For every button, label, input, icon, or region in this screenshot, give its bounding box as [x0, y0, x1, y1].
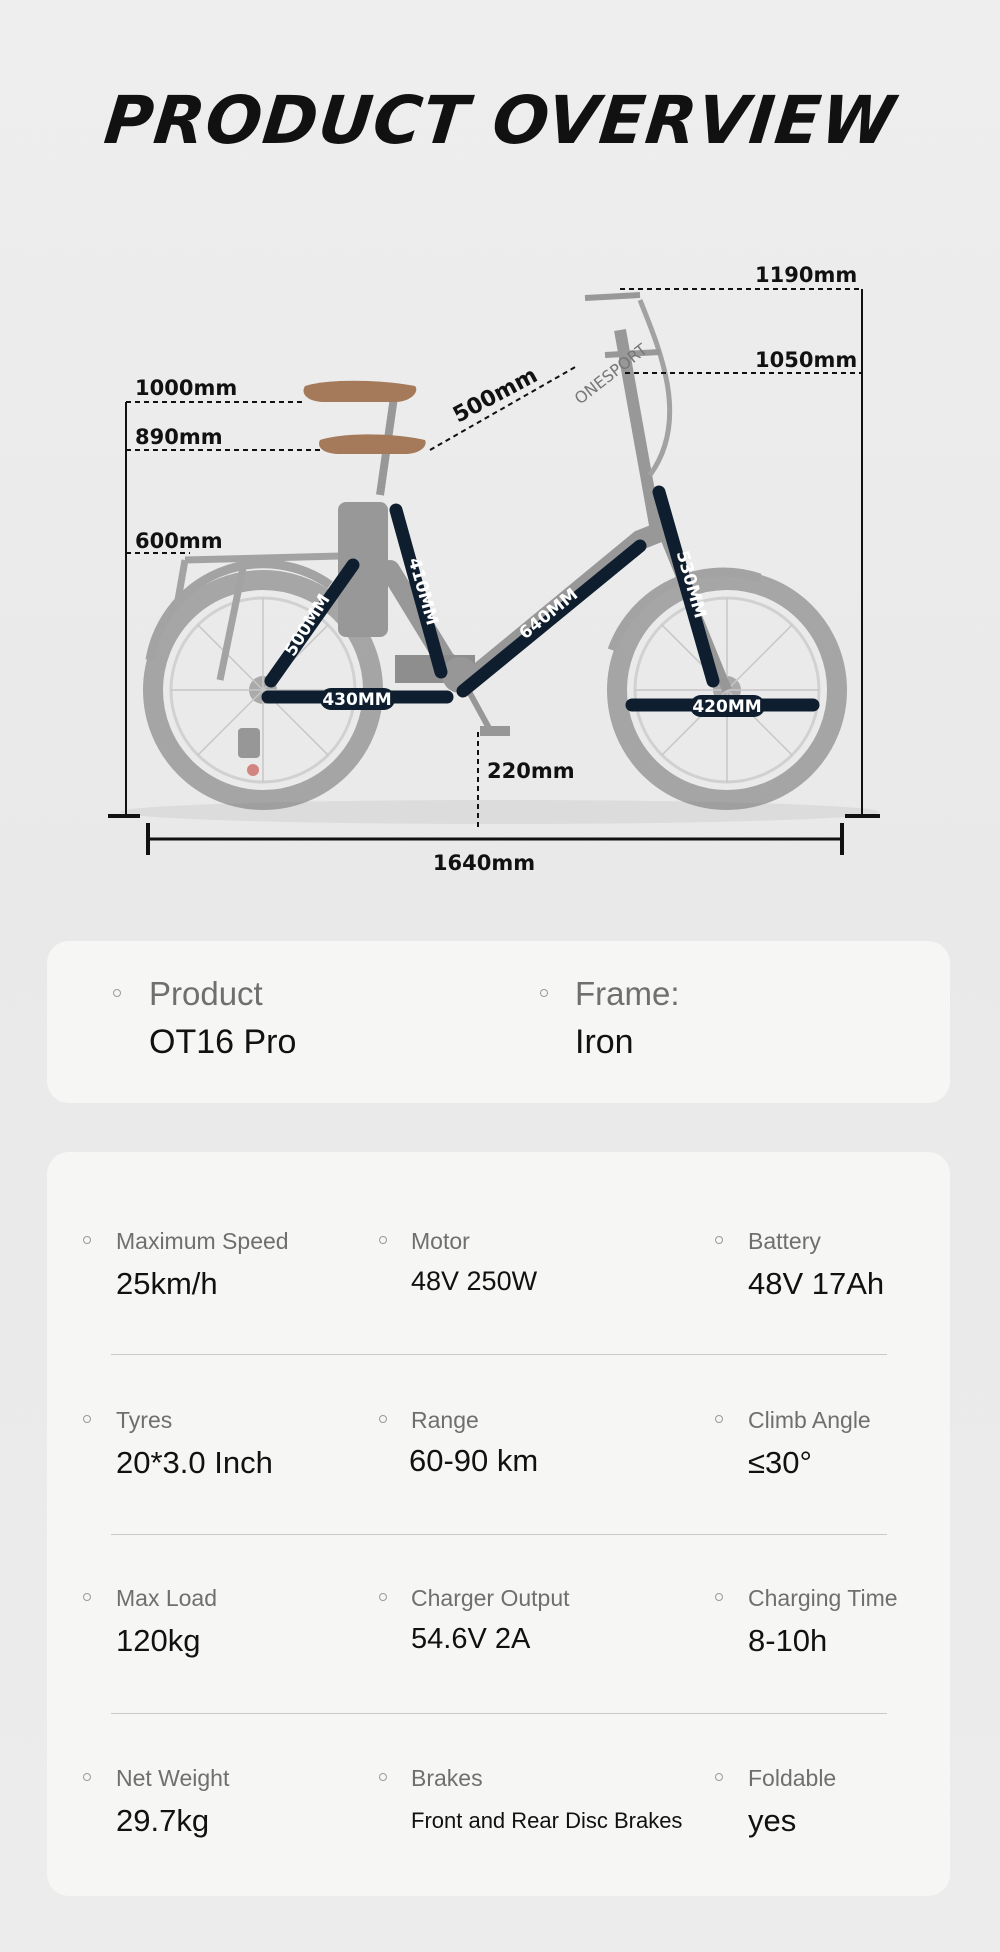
bullet-icon — [83, 1236, 91, 1244]
spec-value: 54.6V 2A — [411, 1623, 531, 1655]
spec-value: 120kg — [116, 1623, 201, 1658]
spec-label: Brakes — [411, 1765, 483, 1791]
page-title: PRODUCT OVERVIEW — [100, 82, 900, 159]
bullet-icon — [83, 1773, 91, 1781]
row-divider — [111, 1534, 887, 1535]
spec-label: Charger Output — [411, 1585, 570, 1611]
saddle-low — [319, 434, 426, 454]
spec-label: Net Weight — [116, 1765, 230, 1791]
bullet-icon — [379, 1773, 387, 1781]
bullet-icon — [379, 1415, 387, 1423]
bullet-icon — [83, 1415, 91, 1423]
bike-dimension-diagram: ONESPORT 430MM 420MM 500MM 410MM 640MM 5… — [108, 263, 880, 875]
bike-illustration — [143, 292, 847, 810]
specs-card: Maximum Speed 25km/h Motor 48V 250W Batt… — [47, 1152, 950, 1896]
saddle-high — [303, 380, 417, 402]
spec-label: Charging Time — [748, 1585, 898, 1611]
spec-value: 48V 250W — [411, 1266, 538, 1296]
product-label: Product — [149, 975, 263, 1012]
spec-value: Front and Rear Disc Brakes — [411, 1808, 683, 1833]
bullet-icon — [379, 1236, 387, 1244]
fork-label: 420MM — [692, 697, 761, 717]
bullet-icon — [715, 1415, 723, 1423]
spec-value: ≤30° — [748, 1445, 812, 1480]
bullet-icon — [113, 989, 121, 997]
pedal-ground-dimension: 220mm — [487, 759, 575, 783]
handlebar-low-dimension: 1050mm — [755, 348, 857, 372]
handlebar-top-dimension: 1190mm — [755, 263, 857, 287]
spec-value: 25km/h — [116, 1266, 218, 1301]
product-info-card: Product OT16 Pro Frame: Iron — [47, 941, 950, 1103]
down-tube-label: 640MM — [516, 585, 582, 644]
product-value: OT16 Pro — [149, 1023, 297, 1061]
bullet-icon — [715, 1236, 723, 1244]
bullet-icon — [715, 1593, 723, 1601]
chain-stay-label: 430MM — [322, 690, 391, 710]
seat-low-dimension: 890mm — [135, 425, 223, 449]
spec-label: Battery — [748, 1228, 821, 1254]
bullet-icon — [379, 1593, 387, 1601]
spec-value: 20*3.0 Inch — [116, 1445, 273, 1480]
spec-value: 60-90 km — [409, 1443, 539, 1478]
spec-label: Tyres — [116, 1407, 173, 1433]
wheelbase-length-dimension: 1640mm — [433, 851, 535, 875]
spec-value: 8-10h — [748, 1623, 828, 1658]
reach-dimension: 500mm — [449, 363, 542, 428]
frame-label: Frame: — [575, 975, 680, 1012]
spec-label: Maximum Speed — [116, 1228, 289, 1254]
seat-high-dimension: 1000mm — [135, 376, 237, 400]
spec-label: Motor — [411, 1228, 470, 1254]
bullet-icon — [540, 989, 548, 997]
frame-value: Iron — [575, 1023, 634, 1061]
rack-height-dimension: 600mm — [135, 529, 223, 553]
spec-label: Climb Angle — [748, 1407, 871, 1433]
row-divider — [111, 1713, 887, 1714]
row-divider — [111, 1354, 887, 1355]
spec-value: yes — [748, 1803, 797, 1838]
spec-label: Range — [411, 1407, 479, 1433]
spec-value: 48V 17Ah — [748, 1266, 885, 1301]
spec-value: 29.7kg — [116, 1803, 210, 1838]
spec-label: Foldable — [748, 1765, 837, 1791]
spec-label: Max Load — [116, 1585, 218, 1611]
bullet-icon — [715, 1773, 723, 1781]
bullet-icon — [83, 1593, 91, 1601]
